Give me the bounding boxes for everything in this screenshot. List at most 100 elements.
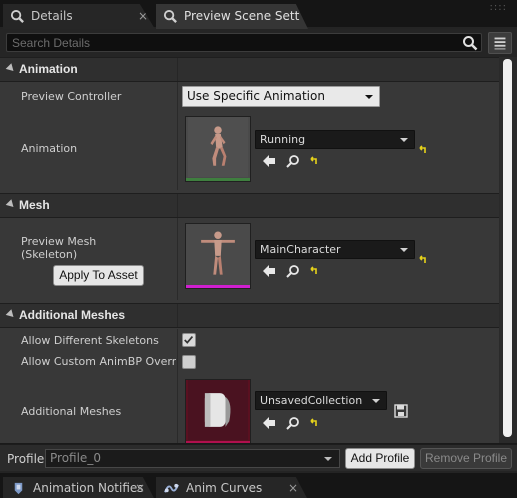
property-row-preview-controller: Preview Controller Use Specific Animatio… [0, 82, 499, 112]
allow-different-skeletons-checkbox[interactable] [182, 333, 196, 347]
column-divider [177, 218, 178, 300]
chevron-down-icon [372, 399, 380, 403]
tab-animation-notifies-label: Animation Notifies [33, 481, 144, 495]
tab-anim-curves[interactable]: Anim Curves × [156, 477, 308, 498]
animation-asset-combo[interactable]: Running [255, 130, 415, 149]
profile-value: Profile_0 [50, 451, 101, 465]
magnifier-icon [10, 9, 24, 23]
animation-thumbnail[interactable] [185, 116, 251, 182]
search-row [0, 29, 517, 57]
category-additional-meshes-title: Additional Meshes [19, 308, 126, 322]
mesh-thumbnail[interactable] [185, 223, 251, 289]
add-profile-label: Add Profile [350, 451, 410, 465]
scrollbar-thumb[interactable] [503, 59, 512, 437]
preview-mesh-label-line1: Preview Mesh [21, 235, 97, 248]
search-icon[interactable] [462, 35, 478, 51]
preview-mesh-label: Preview Mesh (Skeleton) [21, 235, 96, 261]
apply-to-asset-label: Apply To Asset [59, 268, 138, 282]
category-animation[interactable]: Animation [0, 57, 499, 82]
tab-details[interactable]: Details × [3, 4, 155, 29]
checkmark-icon [184, 336, 194, 344]
category-mesh-title: Mesh [19, 198, 50, 212]
search-input[interactable] [12, 35, 452, 51]
reset-asset-arrow-icon[interactable] [309, 156, 319, 166]
tab-preview-scene-label: Preview Scene Sett [184, 9, 300, 23]
profile-row: Profile Profile_0 Add Profile Remove Pro… [0, 444, 517, 471]
magnifier-icon [163, 9, 177, 23]
additional-meshes-value: UnsavedCollection [260, 394, 363, 407]
tab-animation-notifies-close-icon[interactable]: × [135, 477, 145, 498]
column-divider [177, 58, 178, 81]
property-row-allow-custom-animbp: Allow Custom AnimBP Override [0, 351, 499, 373]
preview-controller-label: Preview Controller [21, 90, 122, 103]
property-row-allow-different-skeletons: Allow Different Skeletons [0, 329, 499, 351]
browse-asset-search-icon[interactable] [286, 416, 300, 430]
collection-asset-thumbnail [188, 380, 248, 440]
add-profile-button[interactable]: Add Profile [345, 448, 415, 469]
bottom-tab-bar: Animation Notifies × Anim Curves × [0, 471, 517, 498]
tab-overflow-grip-icon: :::: [489, 2, 507, 13]
chevron-down-icon [365, 95, 373, 99]
use-selected-asset-arrow-icon[interactable] [262, 154, 276, 168]
property-row-additional-meshes: Additional Meshes [0, 373, 499, 443]
mesh-thumbnail-type-bar [186, 285, 250, 288]
view-options-list-icon [494, 37, 506, 50]
remove-profile-label: Remove Profile [424, 451, 508, 465]
tab-anim-curves-close-icon[interactable]: × [288, 477, 298, 498]
column-divider [177, 82, 178, 112]
character-tpose-thumbnail [188, 224, 248, 284]
additional-meshes-collection-combo[interactable]: UnsavedCollection [255, 391, 387, 410]
collection-thumbnail-type-bar [186, 441, 250, 443]
curve-icon [164, 483, 179, 493]
preview-mesh-label-line2: (Skeleton) [21, 248, 78, 261]
column-divider [177, 351, 178, 373]
browse-asset-search-icon[interactable] [286, 154, 300, 168]
browse-asset-search-icon[interactable] [286, 264, 300, 278]
tab-details-label: Details [31, 9, 73, 23]
reset-to-default-icon[interactable] [418, 255, 428, 265]
collapse-arrow-icon[interactable] [5, 309, 17, 320]
column-divider [177, 194, 178, 217]
preview-mesh-asset-combo[interactable]: MainCharacter [255, 240, 415, 259]
preview-mesh-value: MainCharacter [260, 243, 341, 256]
column-divider [177, 304, 178, 327]
save-floppy-icon[interactable] [394, 404, 408, 418]
profile-label: Profile [7, 452, 45, 466]
chevron-down-icon [400, 138, 408, 142]
panel-tab-bar: Details × Preview Scene Sett :::: [0, 0, 517, 29]
apply-to-asset-button[interactable]: Apply To Asset [53, 265, 144, 286]
preview-controller-dropdown[interactable]: Use Specific Animation [182, 86, 380, 107]
chevron-down-icon [400, 248, 408, 252]
reset-to-default-icon[interactable] [418, 145, 428, 155]
allow-custom-animbp-checkbox[interactable] [182, 355, 196, 369]
chevron-down-icon [324, 457, 332, 461]
profile-dropdown[interactable]: Profile_0 [45, 449, 340, 468]
use-selected-asset-arrow-icon[interactable] [262, 264, 276, 278]
tab-details-close-icon[interactable]: × [138, 4, 148, 28]
details-scrollbar[interactable] [499, 57, 517, 443]
details-panel: Animation Preview Controller Use Specifi… [0, 57, 499, 443]
remove-profile-button[interactable]: Remove Profile [420, 448, 512, 469]
animation-label: Animation [21, 142, 78, 155]
reset-asset-arrow-icon[interactable] [309, 266, 319, 276]
additional-meshes-label: Additional Meshes [21, 405, 122, 418]
column-divider [177, 329, 178, 351]
allow-custom-animbp-label: Allow Custom AnimBP Override [21, 355, 176, 368]
animation-thumbnail-type-bar [186, 178, 250, 181]
tab-preview-scene-settings[interactable]: Preview Scene Sett [156, 4, 308, 29]
tab-animation-notifies[interactable]: Animation Notifies × [3, 477, 155, 498]
preview-controller-value: Use Specific Animation [187, 89, 325, 103]
column-divider [177, 112, 178, 190]
collection-thumbnail[interactable] [185, 379, 251, 443]
column-divider [177, 373, 178, 443]
collapse-arrow-icon[interactable] [5, 63, 17, 74]
reset-asset-arrow-icon[interactable] [309, 418, 319, 428]
view-options-button[interactable] [488, 32, 512, 54]
allow-different-skeletons-label: Allow Different Skeletons [21, 334, 159, 347]
category-animation-title: Animation [19, 62, 78, 76]
category-mesh[interactable]: Mesh [0, 193, 499, 218]
collapse-arrow-icon[interactable] [5, 199, 17, 210]
category-additional-meshes[interactable]: Additional Meshes [0, 303, 499, 328]
use-selected-asset-arrow-icon[interactable] [262, 416, 276, 430]
notify-flag-icon [14, 482, 23, 495]
